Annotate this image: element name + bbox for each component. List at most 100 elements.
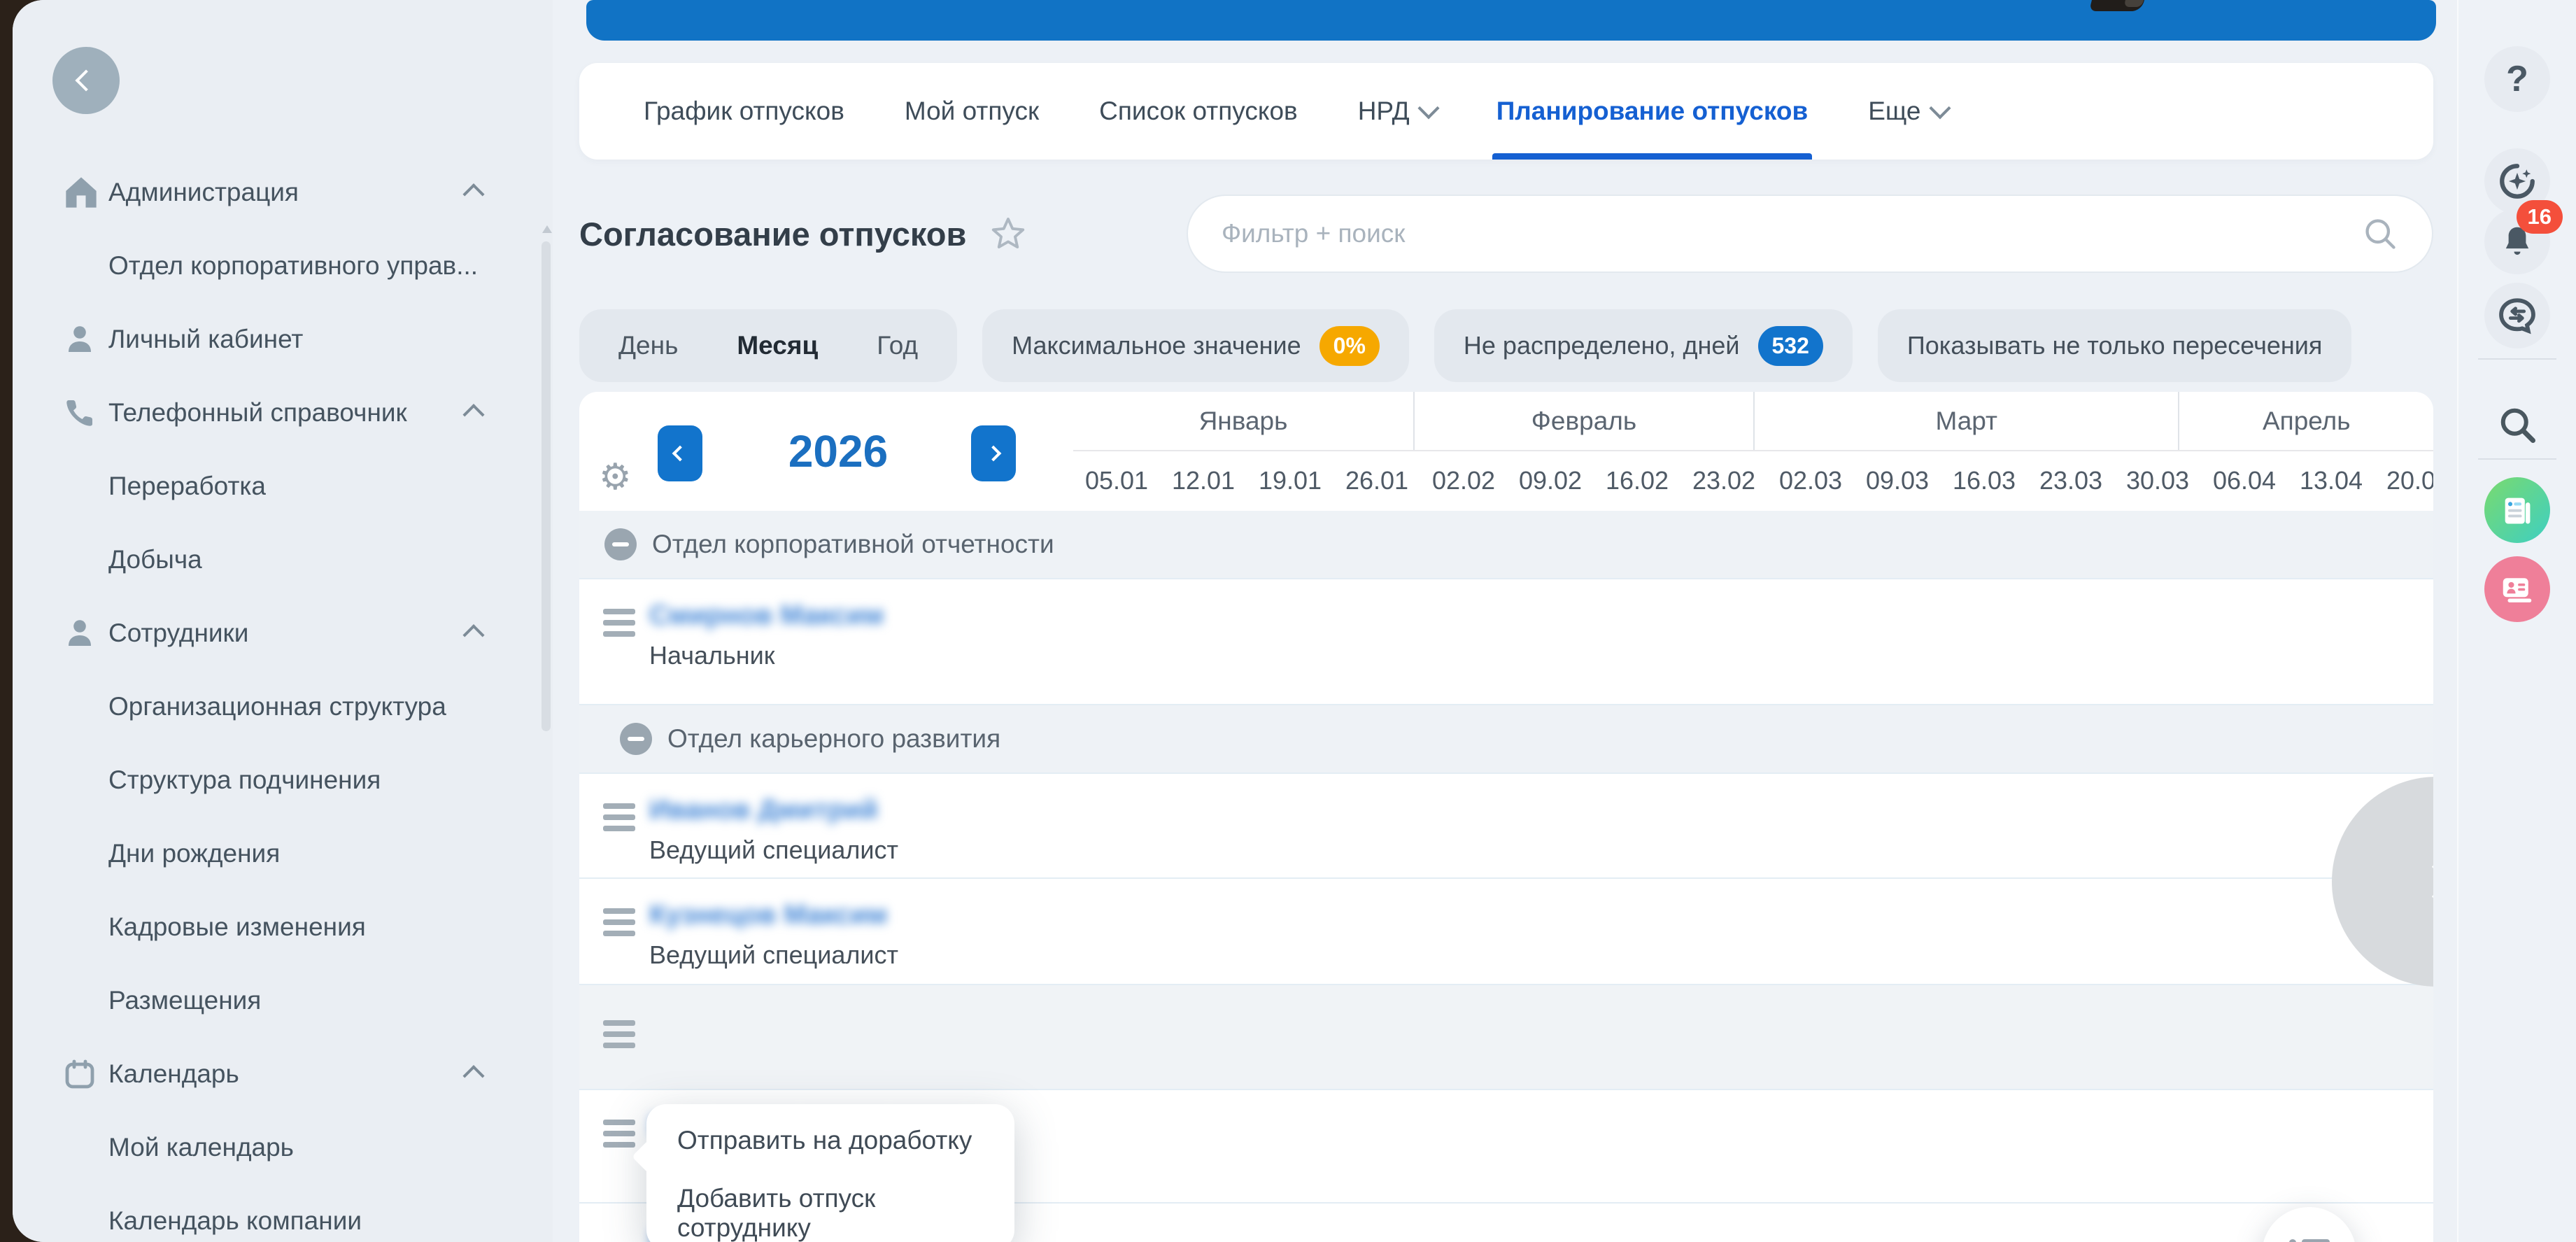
sidebar-item-employees[interactable]: Сотрудники bbox=[13, 596, 553, 670]
toolbar-divider bbox=[2478, 458, 2556, 460]
year-label: 2026 bbox=[719, 425, 957, 477]
next-year-button[interactable] bbox=[971, 425, 1016, 481]
chevron-left-icon bbox=[75, 69, 97, 91]
toolbar-divider bbox=[2478, 358, 2556, 360]
global-search-button[interactable] bbox=[2484, 392, 2550, 458]
prev-year-button[interactable] bbox=[658, 425, 702, 481]
week-date: 30.03 bbox=[2114, 466, 2201, 495]
tab-nrd[interactable]: НРД bbox=[1358, 63, 1436, 160]
right-toolbar: ? 16 bbox=[2457, 0, 2576, 1242]
max-value-badge: 0% bbox=[1319, 326, 1380, 366]
employee-row: Кузнецов Максим Ведущий специалист bbox=[579, 879, 2433, 985]
week-date: 09.02 bbox=[1507, 466, 1594, 495]
home-icon bbox=[63, 176, 99, 209]
week-date: 02.03 bbox=[1767, 466, 1854, 495]
favorite-star-icon[interactable] bbox=[990, 216, 1026, 251]
news-feed-button[interactable] bbox=[2484, 477, 2550, 543]
search-icon[interactable] bbox=[2362, 216, 2398, 252]
department-row[interactable]: Отдел корпоративной отчетности bbox=[579, 511, 2433, 579]
row-menu-icon[interactable] bbox=[603, 908, 635, 942]
sidebar-scrollbar[interactable] bbox=[542, 241, 551, 731]
employee-name-link[interactable]: Кузнецов Максим bbox=[649, 900, 887, 931]
help-button[interactable]: ? bbox=[2484, 46, 2550, 112]
chevron-up-icon bbox=[466, 1064, 481, 1083]
search-input[interactable] bbox=[1222, 219, 2362, 248]
month-april: Апрель bbox=[2178, 392, 2433, 450]
notification-count-badge: 16 bbox=[2517, 200, 2563, 234]
week-dates-row: 05.01 12.01 19.01 26.01 02.02 09.02 16.0… bbox=[1073, 451, 2433, 509]
table-header: ⚙ 2026 Январь Февраль Март Апрель 05.01 … bbox=[579, 392, 2433, 511]
chip-undistributed-days[interactable]: Не распределено, дней 532 bbox=[1434, 309, 1853, 382]
page-title: Согласование отпусков bbox=[579, 215, 966, 253]
sidebar-item-my-calendar[interactable]: Мой календарь bbox=[13, 1110, 553, 1184]
chevron-down-icon bbox=[1929, 97, 1951, 119]
sidebar-item-placements[interactable]: Размещения bbox=[13, 964, 553, 1037]
tab-more[interactable]: Еще bbox=[1868, 63, 1947, 160]
employee-position: Ведущий специалист bbox=[649, 835, 898, 865]
notifications-button[interactable]: 16 bbox=[2484, 209, 2550, 274]
chip-max-value[interactable]: Максимальное значение 0% bbox=[982, 309, 1409, 382]
chip-intersections[interactable]: Показывать не только пересечения bbox=[1878, 309, 2351, 382]
department-row[interactable]: Отдел карьерного развития bbox=[579, 705, 2433, 774]
controls-row: День Месяц Год Максимальное значение 0% … bbox=[579, 309, 2351, 382]
employee-name-link[interactable]: Смирнов Максим bbox=[649, 600, 884, 631]
question-mark-icon: ? bbox=[2506, 58, 2528, 100]
sidebar-item-subordination-structure[interactable]: Структура подчинения bbox=[13, 743, 553, 817]
messages-button[interactable] bbox=[2484, 283, 2550, 348]
row-menu-icon[interactable] bbox=[603, 1020, 635, 1054]
sidebar-item-birthdays[interactable]: Дни рождения bbox=[13, 817, 553, 890]
gear-icon[interactable]: ⚙ bbox=[599, 456, 632, 498]
week-date: 23.03 bbox=[2027, 466, 2114, 495]
calendar-icon bbox=[63, 1057, 99, 1091]
week-date: 12.01 bbox=[1160, 466, 1247, 495]
collapse-minus-icon[interactable] bbox=[604, 528, 637, 560]
view-toggle-day[interactable]: День bbox=[589, 331, 707, 360]
table-body: Отдел корпоративной отчетности Смирнов М… bbox=[579, 511, 2433, 1242]
sidebar-item-dobycha[interactable]: Добыча bbox=[13, 523, 553, 596]
sidebar-item-company-calendar[interactable]: Календарь компании bbox=[13, 1184, 553, 1242]
sidebar-item-hr-changes[interactable]: Кадровые изменения bbox=[13, 890, 553, 964]
scrollbar-up-arrow[interactable] bbox=[542, 225, 552, 233]
month-march: Март bbox=[1753, 392, 2179, 450]
chevron-left-icon bbox=[672, 446, 688, 462]
tab-vacation-schedule[interactable]: График отпусков bbox=[644, 63, 844, 160]
tab-vacation-planning[interactable]: Планирование отпусков bbox=[1496, 63, 1809, 160]
sidebar-item-calendar[interactable]: Календарь bbox=[13, 1037, 553, 1110]
search-icon bbox=[2496, 404, 2538, 446]
week-date: 16.03 bbox=[1941, 466, 2027, 495]
sidebar-item-corp-management-dept[interactable]: Отдел корпоративного управ... bbox=[13, 229, 553, 302]
menu-item-add-vacation[interactable]: Добавить отпуск сотруднику bbox=[646, 1177, 1014, 1242]
chevron-up-icon bbox=[466, 183, 481, 202]
news-document-icon bbox=[2499, 492, 2535, 528]
undistributed-badge: 532 bbox=[1758, 326, 1823, 366]
sidebar-item-personal-cabinet[interactable]: Личный кабинет bbox=[13, 302, 553, 376]
menu-item-send-for-rework[interactable]: Отправить на доработку bbox=[646, 1104, 1014, 1177]
contacts-card-button[interactable] bbox=[2484, 556, 2550, 622]
chevron-up-icon bbox=[466, 403, 481, 422]
week-date: 23.02 bbox=[1680, 466, 1767, 495]
week-date: 05.01 bbox=[1073, 466, 1160, 495]
week-date: 13.04 bbox=[2288, 466, 2375, 495]
sidebar-item-administration[interactable]: Администрация bbox=[13, 155, 553, 229]
sidebar-item-phone-directory[interactable]: Телефонный справочник bbox=[13, 376, 553, 449]
view-toggle-month[interactable]: Месяц bbox=[707, 331, 847, 360]
employee-position: Начальник bbox=[649, 641, 775, 670]
week-date: 19.01 bbox=[1247, 466, 1333, 495]
row-menu-icon[interactable] bbox=[603, 1120, 635, 1153]
row-menu-icon[interactable] bbox=[603, 803, 635, 837]
phone-icon bbox=[63, 396, 99, 430]
employee-name-link[interactable]: Иванов Дмитрий bbox=[649, 795, 878, 826]
row-menu-icon[interactable] bbox=[603, 609, 635, 642]
sidebar-item-org-structure[interactable]: Организационная структура bbox=[13, 670, 553, 743]
tab-my-vacation[interactable]: Мой отпуск bbox=[905, 63, 1039, 160]
employee-row-active-menu bbox=[579, 985, 2433, 1090]
sidebar-item-pererabotka[interactable]: Переработка bbox=[13, 449, 553, 523]
view-toggle-year[interactable]: Год bbox=[847, 331, 947, 360]
tab-vacation-list[interactable]: Список отпусков bbox=[1099, 63, 1298, 160]
employee-row: Смирнов Максим Начальник bbox=[579, 579, 2433, 705]
sidebar-collapse-button[interactable] bbox=[52, 47, 120, 114]
months-row: Январь Февраль Март Апрель bbox=[1073, 392, 2433, 451]
chat-transfer-icon bbox=[2497, 295, 2538, 336]
collapse-minus-icon[interactable] bbox=[620, 723, 652, 755]
calendar-header: Январь Февраль Март Апрель 05.01 12.01 1… bbox=[1073, 392, 2433, 511]
